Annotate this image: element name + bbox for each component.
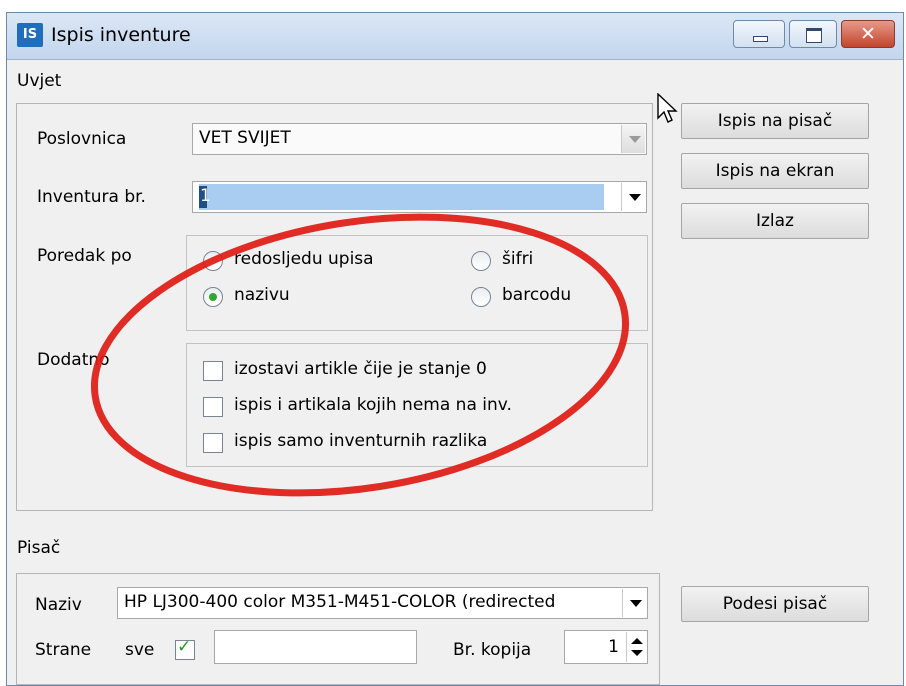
radio-nazivu[interactable] <box>203 287 223 307</box>
title-bar[interactable]: IS Ispis inventure ✕ <box>7 13 903 60</box>
pisac-label: Pisač <box>17 538 61 558</box>
checkbox-izostavi[interactable] <box>203 361 223 381</box>
naziv-label: Naziv <box>35 595 82 615</box>
radio-sifri-label[interactable]: šifri <box>502 249 533 269</box>
dodatno-label: Dodatno <box>37 350 110 370</box>
radio-barcodu[interactable] <box>471 287 491 307</box>
kopija-value: 1 <box>608 637 619 657</box>
chevron-down-icon <box>629 136 641 143</box>
chevron-down-icon <box>630 600 642 607</box>
inventura-combo[interactable]: 1 <box>192 181 647 213</box>
izlaz-button[interactable]: Izlaz <box>681 203 869 239</box>
printer-combo[interactable]: HP LJ300-400 color M351-M451-COLOR (redi… <box>117 587 648 619</box>
close-icon: ✕ <box>860 23 876 45</box>
mouse-pointer-icon <box>657 93 678 123</box>
minimize-icon <box>753 36 768 42</box>
poredak-label: Poredak po <box>37 246 132 266</box>
inventura-value: 1 <box>200 186 211 206</box>
window-title: Ispis inventure <box>51 24 191 46</box>
inventura-selection: 1 <box>199 184 604 210</box>
app-icon: IS <box>17 23 43 47</box>
radio-selected-dot <box>209 293 217 301</box>
checkbox-artikli-nema[interactable] <box>203 397 223 417</box>
ispis-na-pisac-button[interactable]: Ispis na pisač <box>681 103 869 139</box>
uvjet-label: Uvjet <box>17 71 62 91</box>
sve-checkbox[interactable]: ✓ <box>175 637 195 660</box>
maximize-button[interactable] <box>789 20 837 48</box>
radio-sifri[interactable] <box>471 251 491 271</box>
ispis-na-ekran-button[interactable]: Ispis na ekran <box>681 153 869 189</box>
spin-down-icon[interactable] <box>631 650 643 656</box>
kopija-spinner[interactable]: 1 <box>564 630 648 664</box>
radio-nazivu-label[interactable]: nazivu <box>234 285 290 305</box>
strane-input[interactable] <box>214 630 417 664</box>
print-inventory-dialog: IS Ispis inventure ✕ Uvjet Poslovnica VE… <box>6 12 904 686</box>
inventura-dropdown-button[interactable] <box>621 183 645 211</box>
maximize-icon <box>806 28 822 43</box>
poslovnica-dropdown-button[interactable] <box>621 125 645 153</box>
radio-barcodu-label[interactable]: barcodu <box>502 285 571 305</box>
spin-up-icon[interactable] <box>631 638 643 644</box>
sve-label: sve <box>125 640 155 660</box>
checkbox-artikli-nema-label[interactable]: ispis i artikala kojih nema na inv. <box>234 395 512 415</box>
close-button[interactable]: ✕ <box>841 20 895 48</box>
poslovnica-value: VET SVIJET <box>199 128 291 148</box>
kopija-label: Br. kopija <box>453 640 532 660</box>
checkbox-razlike[interactable] <box>203 433 223 453</box>
printer-dropdown-button[interactable] <box>622 589 646 617</box>
checkbox-razlike-label[interactable]: ispis samo inventurnih razlika <box>234 431 487 451</box>
chevron-down-icon <box>629 194 641 201</box>
radio-redosljedu-upisa-label[interactable]: redosljedu upisa <box>234 249 374 269</box>
podesi-pisac-button[interactable]: Podesi pisač <box>681 586 869 622</box>
spin-buttons[interactable] <box>626 632 646 662</box>
radio-redosljedu-upisa[interactable] <box>203 251 223 271</box>
inventura-label: Inventura br. <box>37 187 146 207</box>
printer-value: HP LJ300-400 color M351-M451-COLOR (redi… <box>124 592 556 612</box>
poslovnica-combo[interactable]: VET SVIJET <box>192 123 647 155</box>
minimize-button[interactable] <box>733 20 785 48</box>
checkmark-icon: ✓ <box>177 637 192 657</box>
checkbox-izostavi-label[interactable]: izostavi artikle čije je stanje 0 <box>234 359 487 379</box>
strane-label: Strane <box>35 640 92 660</box>
poslovnica-label: Poslovnica <box>37 129 127 149</box>
